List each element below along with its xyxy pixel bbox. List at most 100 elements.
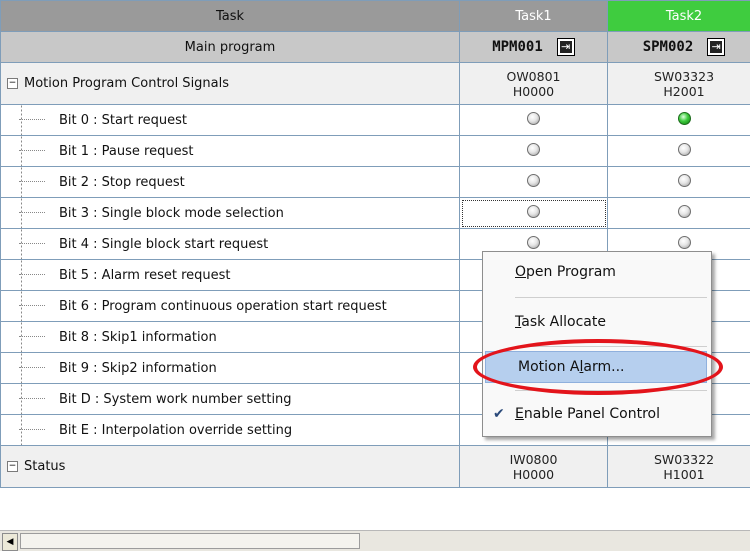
- task1-program-name: MPM001: [492, 39, 543, 55]
- bit-row: Bit 0 : Start request: [1, 105, 750, 136]
- bit-label-cell: Bit D : System work number setting: [1, 384, 460, 415]
- task2-bit-cell[interactable]: [608, 105, 750, 136]
- bit-label: Bit 6 : Program continuous operation sta…: [59, 299, 387, 314]
- main-program-label: Main program: [1, 32, 460, 63]
- tree-line-icon: [19, 243, 45, 245]
- task1-bit-cell[interactable]: [460, 198, 608, 229]
- tree-line-icon: [19, 150, 45, 152]
- menu-label: ask Allocate: [521, 314, 606, 330]
- task1-bit-cell[interactable]: [460, 136, 608, 167]
- tree-line-icon: [19, 398, 45, 400]
- mnemonic: O: [515, 264, 526, 280]
- bit-row: Bit 2 : Stop request: [1, 167, 750, 198]
- bit-label-cell: Bit 9 : Skip2 information: [1, 353, 460, 384]
- group-label: Status: [24, 459, 65, 474]
- task1-register-cell: IW0800H0000: [460, 446, 608, 488]
- bit-row: Bit 1 : Pause request: [1, 136, 750, 167]
- tree-line-icon: [19, 212, 45, 214]
- status-led-icon[interactable]: [678, 205, 691, 218]
- tree-line-icon: [19, 367, 45, 369]
- group-label-cell: −Status: [1, 446, 460, 488]
- bit-label-cell: Bit 5 : Alarm reset request: [1, 260, 460, 291]
- register-address: SW03322: [608, 452, 750, 467]
- tree-line-icon: [19, 336, 45, 338]
- task2-program-name: SPM002: [643, 39, 694, 55]
- bit-label-cell: Bit 1 : Pause request: [1, 136, 460, 167]
- scrollbar-thumb[interactable]: [20, 533, 360, 549]
- register-value: H2001: [608, 84, 750, 99]
- context-menu: Open Program Task Allocate Motion Alarm.…: [482, 251, 712, 437]
- open-program-icon[interactable]: ⇥: [557, 38, 575, 56]
- main-program-row: Main program MPM001 ⇥ SPM002 ⇥: [1, 32, 750, 63]
- task2-program-cell[interactable]: SPM002 ⇥: [608, 32, 750, 63]
- task1-program-cell[interactable]: MPM001 ⇥: [460, 32, 608, 63]
- register-value: H0000: [460, 84, 607, 99]
- status-led-icon[interactable]: [678, 236, 691, 249]
- menu-separator: [515, 346, 707, 347]
- task2-register-cell: SW03323H2001: [608, 63, 750, 105]
- register-value: H0000: [460, 467, 607, 482]
- menu-label: pen Program: [526, 264, 616, 280]
- bit-label-cell: Bit 8 : Skip1 information: [1, 322, 460, 353]
- collapse-icon[interactable]: −: [7, 461, 18, 472]
- menu-label: nable Panel Control: [524, 406, 660, 422]
- bit-label: Bit 4 : Single block start request: [59, 237, 268, 252]
- tree-line-icon: [19, 119, 45, 121]
- bit-label: Bit D : System work number setting: [59, 392, 292, 407]
- scroll-left-icon[interactable]: ◀: [2, 533, 18, 551]
- status-led-icon[interactable]: [527, 236, 540, 249]
- bit-label-cell: Bit 4 : Single block start request: [1, 229, 460, 260]
- group-label-cell: −Motion Program Control Signals: [1, 63, 460, 105]
- menu-item-task-allocate[interactable]: Task Allocate: [483, 306, 711, 338]
- status-led-icon[interactable]: [678, 112, 691, 125]
- register-address: SW03323: [608, 69, 750, 84]
- bit-label: Bit 8 : Skip1 information: [59, 330, 217, 345]
- task2-column-header[interactable]: Task2: [608, 1, 750, 32]
- bit-label: Bit E : Interpolation override setting: [59, 423, 292, 438]
- menu-separator: [515, 297, 707, 298]
- open-program-icon[interactable]: ⇥: [707, 38, 725, 56]
- register-address: OW0801: [460, 69, 607, 84]
- horizontal-scrollbar[interactable]: ◀: [0, 530, 750, 551]
- bit-label-cell: Bit 0 : Start request: [1, 105, 460, 136]
- status-led-icon[interactable]: [527, 143, 540, 156]
- menu-item-open-program[interactable]: Open Program: [483, 256, 711, 288]
- task2-bit-cell[interactable]: [608, 136, 750, 167]
- bit-label: Bit 0 : Start request: [59, 113, 187, 128]
- bit-label: Bit 3 : Single block mode selection: [59, 206, 284, 221]
- mnemonic: E: [515, 406, 524, 422]
- task2-register-cell: SW03322H1001: [608, 446, 750, 488]
- bit-label-cell: Bit E : Interpolation override setting: [1, 415, 460, 446]
- task1-register-cell: OW0801H0000: [460, 63, 608, 105]
- checkmark-icon: ✔: [493, 398, 511, 430]
- group-label: Motion Program Control Signals: [24, 76, 229, 91]
- register-value: H1001: [608, 467, 750, 482]
- task1-column-header[interactable]: Task1: [460, 1, 608, 32]
- bit-label: Bit 5 : Alarm reset request: [59, 268, 231, 283]
- menu-item-enable-panel-control[interactable]: ✔Enable Panel Control: [483, 398, 711, 430]
- bit-row: Bit 3 : Single block mode selection: [1, 198, 750, 229]
- menu-separator: [515, 390, 707, 391]
- bit-label-cell: Bit 2 : Stop request: [1, 167, 460, 198]
- group-row-status: −Status IW0800H0000 SW03322H1001: [1, 446, 750, 488]
- status-led-icon[interactable]: [678, 174, 691, 187]
- task2-bit-cell[interactable]: [608, 198, 750, 229]
- tree-line-icon: [19, 274, 45, 276]
- bit-label: Bit 1 : Pause request: [59, 144, 193, 159]
- menu-item-motion-alarm[interactable]: Motion Alarm...: [485, 351, 707, 383]
- status-led-icon[interactable]: [527, 112, 540, 125]
- bit-label-cell: Bit 6 : Program continuous operation sta…: [1, 291, 460, 322]
- task2-bit-cell[interactable]: [608, 167, 750, 198]
- tree-line-icon: [19, 429, 45, 431]
- task1-bit-cell[interactable]: [460, 105, 608, 136]
- status-led-icon[interactable]: [527, 174, 540, 187]
- menu-label: arm...: [583, 359, 624, 375]
- collapse-icon[interactable]: −: [7, 78, 18, 89]
- task-column-header[interactable]: Task: [1, 1, 460, 32]
- menu-label: Motion A: [518, 359, 580, 375]
- status-led-icon[interactable]: [678, 143, 691, 156]
- task1-bit-cell[interactable]: [460, 167, 608, 198]
- group-row-control-signals: −Motion Program Control Signals OW0801H0…: [1, 63, 750, 105]
- bit-label: Bit 2 : Stop request: [59, 175, 185, 190]
- status-led-icon[interactable]: [527, 205, 540, 218]
